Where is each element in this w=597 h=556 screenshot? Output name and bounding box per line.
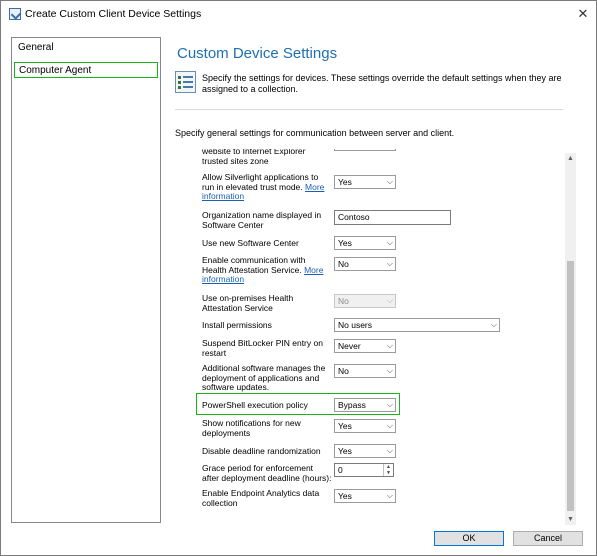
setting-label-trusted-sites: website to Internet Explorer trusted sit… [202,149,306,166]
silverlight-label-text: Allow Silverlight applications to run in… [202,172,319,192]
new-software-center-dropdown[interactable]: Yes ⌵ [334,236,396,250]
nav-item-computer-agent[interactable]: Computer Agent [14,62,158,78]
health-attestation-label-text: Enable communication with Health Attesta… [202,255,306,275]
new-software-center-value: Yes [338,238,352,248]
notifications-value: Yes [338,421,352,431]
silverlight-dropdown[interactable]: Yes ⌵ [334,175,396,189]
vertical-scrollbar[interactable]: ▲ ▼ [565,153,576,525]
chevron-down-icon: ⌵ [386,296,393,305]
install-permissions-dropdown[interactable]: No users ⌵ [334,318,500,332]
setting-label-additional-software: Additional software manages the deployme… [202,363,326,392]
window-title: Create Custom Client Device Settings [25,8,202,20]
nav-item-general[interactable]: General [14,40,158,56]
scroll-down-icon[interactable]: ▼ [565,514,576,525]
setting-label-org-name: Organization name displayed in Software … [202,210,322,230]
chevron-down-icon: ⌵ [490,320,497,329]
deadline-randomization-dropdown[interactable]: Yes ⌵ [334,444,396,458]
settings-scroll-area: website to Internet Explorer trusted sit… [171,149,574,527]
bitlocker-dropdown[interactable]: Never ⌵ [334,339,396,353]
setting-label-grace-period: Grace period for enforcement after deplo… [202,463,332,483]
chevron-down-icon: ⌵ [386,446,393,455]
chevron-down-icon: ⌵ [386,421,393,430]
chevron-down-icon: ⌵ [386,341,393,350]
dialog-window: Create Custom Client Device Settings ✕ G… [0,0,597,556]
chevron-down-icon: ⌵ [386,259,393,268]
setting-label-powershell: PowerShell execution policy [202,400,308,410]
chevron-down-icon: ⌵ [386,400,393,409]
onprem-health-attestation-dropdown: No ⌵ [334,294,396,308]
grace-period-value: 0 [338,465,343,475]
scrollbar-thumb[interactable] [567,261,574,511]
setting-label-silverlight: Allow Silverlight applications to run in… [202,172,332,202]
notifications-dropdown[interactable]: Yes ⌵ [334,419,396,433]
chevron-down-icon: ⌵ [386,491,393,500]
setting-label-new-software-center: Use new Software Center [202,238,299,248]
powershell-value: Bypass [338,400,366,410]
spinner-buttons[interactable]: ▲ ▼ [383,464,393,476]
setting-label-bitlocker: Suspend BitLocker PIN entry on restart [202,338,323,358]
deadline-randomization-value: Yes [338,446,352,456]
grace-period-spinner[interactable]: 0 ▲ ▼ [334,463,394,477]
bitlocker-value: Never [338,341,361,351]
settings-app-icon [9,8,21,20]
page-title: Custom Device Settings [177,45,338,62]
chevron-down-icon: ⌵ [386,177,393,186]
chevron-down-icon: ⌵ [386,238,393,247]
scroll-up-icon[interactable]: ▲ [565,153,576,164]
setting-label-install-permissions: Install permissions [202,320,272,330]
endpoint-analytics-value: Yes [338,491,352,501]
ok-button[interactable]: OK [434,531,504,546]
health-attestation-value: No [338,259,349,269]
endpoint-analytics-dropdown[interactable]: Yes ⌵ [334,489,396,503]
additional-software-value: No [338,366,349,376]
page-description: Specify the settings for devices. These … [202,73,562,94]
general-settings-text: Specify general settings for communicati… [175,128,455,138]
setting-label-endpoint-analytics: Enable Endpoint Analytics data collectio… [202,488,320,508]
settings-nav-pane: General Computer Agent [11,37,161,523]
setting-label-onprem-health-attestation: Use on-premises Health Attestation Servi… [202,293,294,313]
additional-software-dropdown[interactable]: No ⌵ [334,364,396,378]
divider [175,109,563,110]
setting-label-deadline-randomization: Disable deadline randomization [202,446,321,456]
silverlight-value: Yes [338,177,352,187]
chevron-down-icon: ⌵ [386,366,393,375]
close-icon[interactable]: ✕ [573,5,593,23]
cancel-button[interactable]: Cancel [513,531,583,546]
onprem-health-attestation-value: No [338,296,349,306]
settings-list-icon [175,71,196,93]
org-name-input[interactable]: Contoso [334,210,451,225]
spin-down-icon[interactable]: ▼ [386,470,391,476]
install-permissions-value: No users [338,320,373,330]
title-bar: Create Custom Client Device Settings ✕ [1,1,596,29]
powershell-dropdown[interactable]: Bypass ⌵ [334,398,396,412]
trusted-sites-dropdown[interactable] [334,149,396,151]
setting-label-health-attestation: Enable communication with Health Attesta… [202,255,332,285]
setting-label-notifications: Show notifications for new deployments [202,418,301,438]
health-attestation-dropdown[interactable]: No ⌵ [334,257,396,271]
